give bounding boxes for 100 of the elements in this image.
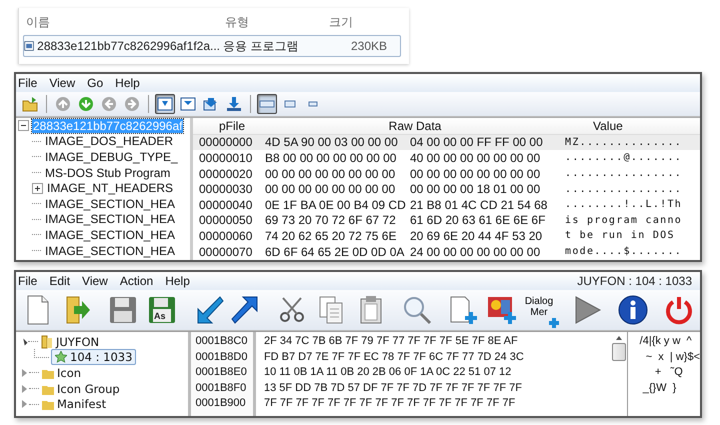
collapse-icon[interactable] xyxy=(18,120,29,132)
table-cell-text: 00 00 00 00 00 00 00 00 xyxy=(265,182,396,196)
file-row[interactable]: 28833e121bb77c8262996af1f2a... 응용 프로그램 230KB xyxy=(23,35,401,57)
table-cell-text: 00 00 00 00 00 00 00 00 xyxy=(410,166,542,181)
table-cell-text: 61 6D 20 63 61 6E 6E 6F xyxy=(410,213,546,228)
back-icon xyxy=(101,96,117,112)
tree-item[interactable]: 104 : 1033 xyxy=(51,349,136,366)
tree-item[interactable]: Manifest xyxy=(57,397,106,412)
column-header[interactable]: Value xyxy=(565,118,700,133)
scroll-thumb[interactable] xyxy=(612,343,626,361)
hex-bytes: 2F 34 7C 7B 6B 7F 79 7F 77 7F 7F 7F 5E 7F 8E AF xyxy=(264,334,519,349)
toolbar-button[interactable]: As xyxy=(144,292,180,328)
table-cell-text: 21 B8 01 4C CD 21 54 68 xyxy=(410,198,548,212)
file-type: 응용 프로그램 xyxy=(222,38,300,54)
down-icon xyxy=(78,96,94,112)
column-header[interactable]: pFile xyxy=(193,118,265,133)
table-cell-text: 20 69 6E 20 44 4F 53 20 xyxy=(410,228,544,243)
table-cell-text: 40 00 00 00 00 00 00 00 xyxy=(410,150,542,165)
table-cell-text: 4D 5A 90 00 03 00 00 00 xyxy=(265,135,399,150)
table-row[interactable]: 00000000 4D 5A 90 00 03 00 00 00 04 00 00 00 FF FF 00 00 MZ.............. xyxy=(193,134,700,150)
tree-item[interactable]: IMAGE_DOS_HEADER xyxy=(44,134,174,148)
table-row[interactable]: 00000020 00 00 00 00 00 00 00 00 00 00 00 00 00 00 00 00 ................ xyxy=(193,166,700,182)
table-cell-text: 24 00 00 00 00 00 00 00 xyxy=(410,244,542,259)
menu-item[interactable]: View xyxy=(49,76,76,90)
offset-label: 0001B8D0 xyxy=(195,350,248,365)
toolbar-button[interactable] xyxy=(224,94,244,114)
table-cell-text: is program canno xyxy=(565,214,684,226)
menu-item[interactable]: Action xyxy=(120,274,154,288)
table-cell-text: 00000050 xyxy=(198,213,254,228)
file-size: 230KB xyxy=(350,39,387,53)
text-line: _{}W } xyxy=(642,380,678,396)
tree-item[interactable]: Icon xyxy=(57,366,82,380)
text-line: /4|{k y w ^ xyxy=(640,334,693,349)
table-cell-text: 04 00 00 00 FF FF 00 00 xyxy=(410,135,544,150)
table-cell-text: 00000010 xyxy=(198,150,254,165)
search-icon xyxy=(401,294,433,326)
tree-item[interactable]: Icon Group xyxy=(57,382,120,396)
download-icon xyxy=(157,96,173,112)
menu-item[interactable]: Go xyxy=(87,76,104,90)
download-icon xyxy=(226,96,242,112)
save-icon xyxy=(107,294,139,326)
toolbar-button[interactable] xyxy=(155,94,175,114)
hex-bytes: 13 5F DD 7B 7D 57 DF 7F 7F 7D 7F 7F 7F 7F 7F 7F xyxy=(264,380,523,396)
table-cell-text: 00000070 xyxy=(198,244,254,259)
toolbar-button[interactable]: Dialog Mer xyxy=(523,292,559,328)
tree-item[interactable]: IMAGE_SECTION_HEA xyxy=(44,244,176,258)
column-header[interactable]: 크기 xyxy=(329,14,389,30)
menu-item[interactable]: View xyxy=(82,274,108,288)
table-row[interactable]: 00000070 6D 6F 64 65 2E 0D 0D 0A 24 00 00 00 00 00 00 00 mode....$....... xyxy=(193,244,700,260)
power-icon xyxy=(663,294,695,326)
tree-item[interactable]: IMAGE_SECTION_HEA xyxy=(44,196,176,211)
application-icon xyxy=(24,39,34,53)
menu-item[interactable]: File xyxy=(18,76,38,90)
hex-bytes: 7F 7F 7F 7F 7F 7F 7F 7F 7F 7F 7F 7F 7F 7F 7F 7F xyxy=(264,396,516,412)
offset-label: 0001B900 xyxy=(195,396,247,412)
table-cell-text: 00000060 xyxy=(198,228,254,243)
table-cell-text: 00 00 00 00 18 01 00 00 xyxy=(410,182,542,196)
table-cell-text: mode....$....... xyxy=(565,246,684,258)
table-cell-text: 6D 6F 64 65 2E 0D 0D 0A xyxy=(265,244,406,259)
folder-icon xyxy=(40,334,54,349)
offset-label: 0001B8E0 xyxy=(195,365,248,380)
column-header[interactable]: Raw Data xyxy=(265,118,565,133)
folder-icon xyxy=(22,96,38,112)
tree-item[interactable]: IMAGE_SECTION_HEA xyxy=(44,228,176,242)
menu-item[interactable]: Help xyxy=(115,76,140,90)
tree-item[interactable]: IMAGE_DEBUG_TYPE_ xyxy=(44,150,179,164)
table-cell-text: 00000030 xyxy=(198,182,254,196)
toolbar-button[interactable] xyxy=(257,94,277,114)
menu-item[interactable]: Help xyxy=(165,274,190,288)
window-title: JUYFON : 104 : 1033 xyxy=(577,274,693,288)
tree-item[interactable]: JUYFON xyxy=(56,334,100,349)
plus-icon xyxy=(549,318,559,328)
table-row[interactable]: 00000040 0E 1F BA 0E 00 B4 09 CD 21 B8 01 4C CD 21 54 68 ........!..L.!Th xyxy=(193,196,700,213)
table-cell-text: 69 73 20 70 72 6F 67 72 xyxy=(265,213,397,228)
save-as-icon xyxy=(146,294,178,326)
scrollbar[interactable] xyxy=(610,332,628,416)
table-cell-text: 00000020 xyxy=(198,166,254,181)
up-icon xyxy=(55,96,71,112)
column-header[interactable]: 이름 xyxy=(23,14,222,30)
table-row[interactable]: 00000010 B8 00 00 00 00 00 00 00 40 00 00 00 00 00 00 00 ........@....... xyxy=(193,150,700,166)
expand-icon[interactable] xyxy=(32,182,43,194)
column-header[interactable]: 유형 xyxy=(222,14,329,30)
info-icon xyxy=(617,294,649,326)
tree-item[interactable]: IMAGE_NT_HEADERS xyxy=(46,181,174,196)
table-cell-text: MZ.............. xyxy=(565,136,684,148)
hex-bytes: 10 11 0B 1A 11 0B 20 2B 06 0F 1A 0C 22 51 07 12 xyxy=(264,365,512,380)
tree-item[interactable]: IMAGE_SECTION_HEA xyxy=(44,212,176,226)
table-row[interactable]: 00000050 69 73 20 70 72 6F 67 72 61 6D 20 63 61 6E 6E 6F is program canno xyxy=(193,212,700,228)
menu-item[interactable]: File xyxy=(18,274,38,288)
table-row[interactable]: 00000030 00 00 00 00 00 00 00 00 00 00 00 00 18 01 00 00 ................ xyxy=(193,181,700,197)
forward-icon xyxy=(124,96,140,112)
menu-item[interactable]: Edit xyxy=(49,274,70,288)
table-cell-text: 00 00 00 00 00 00 00 00 xyxy=(265,166,396,181)
window-icon xyxy=(180,96,196,112)
table-row[interactable]: 00000060 74 20 62 65 20 72 75 6E 20 69 6E 20 44 4F 53 20 t be run in DOS xyxy=(193,228,700,244)
tree-item[interactable]: MS-DOS Stub Program xyxy=(44,166,172,180)
table-cell-text: 00000040 xyxy=(198,198,254,212)
add-image-icon xyxy=(486,294,518,326)
table-cell-text: 0E 1F BA 0E 00 B4 09 CD xyxy=(265,198,407,212)
text-line: ~ x | w}$< xyxy=(644,350,700,365)
